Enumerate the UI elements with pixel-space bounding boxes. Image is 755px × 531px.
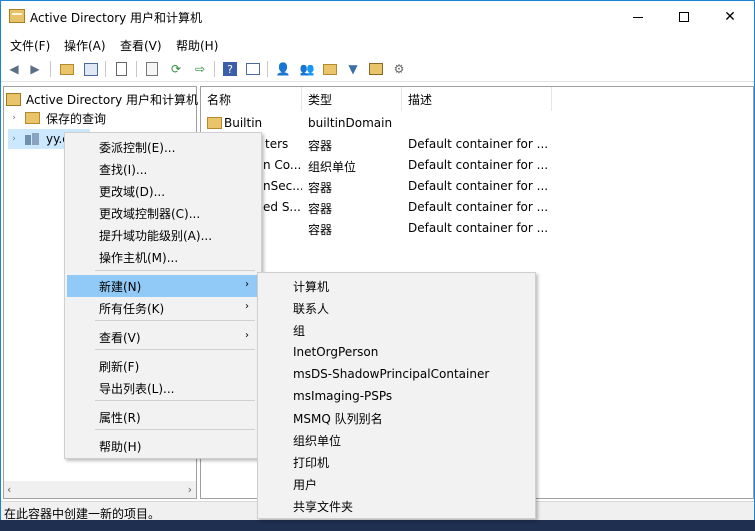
chevron-right-icon: › [245, 301, 249, 312]
table-row[interactable]: ed S... 容器 Default container for ... [201, 197, 753, 218]
window-title: Active Directory 用户和计算机 [30, 11, 203, 25]
minimize-icon [633, 16, 643, 18]
menu-bar: 文件(F) 操作(A) 查看(V) 帮助(H) [1, 34, 754, 55]
new-ou-icon[interactable] [321, 60, 339, 78]
action-pane-icon[interactable] [244, 60, 262, 78]
menu-view[interactable]: 查看(V) [120, 37, 162, 54]
menu-separator [95, 349, 255, 350]
refresh-icon[interactable]: ⟳ [167, 60, 185, 78]
chevron-right-icon: › [245, 279, 249, 290]
ctx-help[interactable]: 帮助(H) [67, 435, 259, 457]
toolbar-separator [105, 61, 106, 77]
tree-root-item[interactable]: Active Directory 用户和计算机 [6, 89, 198, 109]
column-header-name[interactable]: 名称 [201, 87, 302, 111]
ctx-new[interactable]: 新建(N) › [67, 275, 259, 297]
new-msmq-queue-alias[interactable]: MSMQ 队列别名 [260, 407, 533, 429]
chevron-right-icon[interactable]: › [8, 134, 20, 144]
ctx-delegate-control[interactable]: 委派控制(E)... [67, 136, 259, 158]
filter-icon[interactable]: ▼ [344, 60, 362, 78]
new-user-icon[interactable]: 👤 [274, 60, 292, 78]
new-computer[interactable]: 计算机 [260, 275, 533, 297]
new-printer[interactable]: 打印机 [260, 451, 533, 473]
tree-item-label: 保存的查询 [46, 111, 107, 126]
domain-icon [25, 132, 40, 146]
toolbar-separator [136, 61, 137, 77]
menu-separator [95, 320, 255, 321]
tree-root-label: Active Directory 用户和计算机 [26, 92, 199, 107]
toolbar-separator [50, 61, 51, 77]
title-bar[interactable]: Active Directory 用户和计算机 ✕ [1, 1, 754, 34]
ad-root-icon [6, 92, 21, 106]
add-to-group-icon[interactable]: ⚙ [390, 60, 408, 78]
ctx-export-list[interactable]: 导出列表(L)... [67, 377, 259, 399]
ctx-find[interactable]: 查找(I)... [67, 158, 259, 180]
table-row[interactable]: ters 容器 Default container for ... [201, 134, 753, 155]
scroll-right-icon[interactable]: › [188, 483, 192, 496]
context-menu: 委派控制(E)... 查找(I)... 更改域(D)... 更改域控制器(C).… [64, 132, 262, 459]
up-folder-icon[interactable] [58, 60, 76, 78]
toolbar: ◀ ▶ ⟳ ⇨ ? 👤 👥 ▼ ⚙ [1, 56, 754, 82]
maximize-button[interactable] [661, 1, 707, 33]
ctx-change-dc[interactable]: 更改域控制器(C)... [67, 202, 259, 224]
new-organizational-unit[interactable]: 组织单位 [260, 429, 533, 451]
minimize-button[interactable] [615, 1, 661, 33]
tree-item-saved-queries[interactable]: › 保存的查询 [8, 108, 106, 128]
ctx-raise-domain-level[interactable]: 提升域功能级别(A)... [67, 224, 259, 246]
chevron-right-icon: › [245, 330, 249, 341]
menu-separator [95, 400, 255, 401]
ctx-change-domain[interactable]: 更改域(D)... [67, 180, 259, 202]
ad-folder-icon [9, 9, 25, 23]
new-user[interactable]: 用户 [260, 473, 533, 495]
new-inetorgperson[interactable]: InetOrgPerson [260, 341, 533, 363]
new-shared-folder[interactable]: 共享文件夹 [260, 495, 533, 517]
folder-icon [207, 117, 222, 129]
forward-arrow-icon[interactable]: ▶ [26, 60, 44, 78]
toolbar-separator [214, 61, 215, 77]
maximize-icon [679, 12, 689, 22]
console-tree-icon[interactable] [82, 60, 100, 78]
scroll-left-icon[interactable]: ‹ [7, 483, 11, 496]
new-contact[interactable]: 联系人 [260, 297, 533, 319]
find-icon[interactable] [367, 60, 385, 78]
new-group-icon[interactable]: 👥 [298, 60, 316, 78]
ctx-view[interactable]: 查看(V) › [67, 326, 259, 348]
menu-file[interactable]: 文件(F) [10, 37, 50, 54]
chevron-right-icon[interactable]: › [8, 113, 20, 123]
ctx-properties[interactable]: 属性(R) [67, 406, 259, 428]
table-row[interactable]: 容器 Default container for ... [201, 218, 753, 239]
help-icon[interactable]: ? [221, 60, 239, 78]
new-shadow-principal-container[interactable]: msDS-ShadowPrincipalContainer [260, 363, 533, 385]
table-row[interactable]: n Co... 组织单位 Default container for ... [201, 155, 753, 176]
close-button[interactable]: ✕ [707, 1, 753, 33]
column-header-description[interactable]: 描述 [402, 87, 552, 111]
menu-separator [95, 429, 255, 430]
folder-icon [25, 112, 40, 124]
properties-icon[interactable] [143, 60, 161, 78]
new-msimaging-psps[interactable]: msImaging-PSPs [260, 385, 533, 407]
column-header-type[interactable]: 类型 [302, 87, 402, 111]
ctx-all-tasks[interactable]: 所有任务(K) › [67, 297, 259, 319]
toolbar-separator [267, 61, 268, 77]
new-group[interactable]: 组 [260, 319, 533, 341]
menu-separator [95, 270, 255, 271]
horizontal-scrollbar[interactable]: ‹ › [4, 481, 196, 498]
menu-action[interactable]: 操作(A) [64, 37, 106, 54]
close-icon: ✕ [724, 9, 736, 25]
export-list-icon[interactable]: ⇨ [191, 60, 209, 78]
ctx-refresh[interactable]: 刷新(F) [67, 355, 259, 377]
clipboard-icon[interactable] [112, 60, 130, 78]
table-row[interactable]: nSec... 容器 Default container for ... [201, 176, 753, 197]
ctx-operations-masters[interactable]: 操作主机(M)... [67, 246, 259, 268]
taskbar [0, 520, 755, 531]
menu-help[interactable]: 帮助(H) [176, 37, 218, 54]
new-submenu: 计算机 联系人 组 InetOrgPerson msDS-ShadowPrinc… [257, 272, 536, 519]
back-arrow-icon[interactable]: ◀ [5, 60, 23, 78]
table-row[interactable]: Builtin builtinDomain [201, 113, 753, 134]
